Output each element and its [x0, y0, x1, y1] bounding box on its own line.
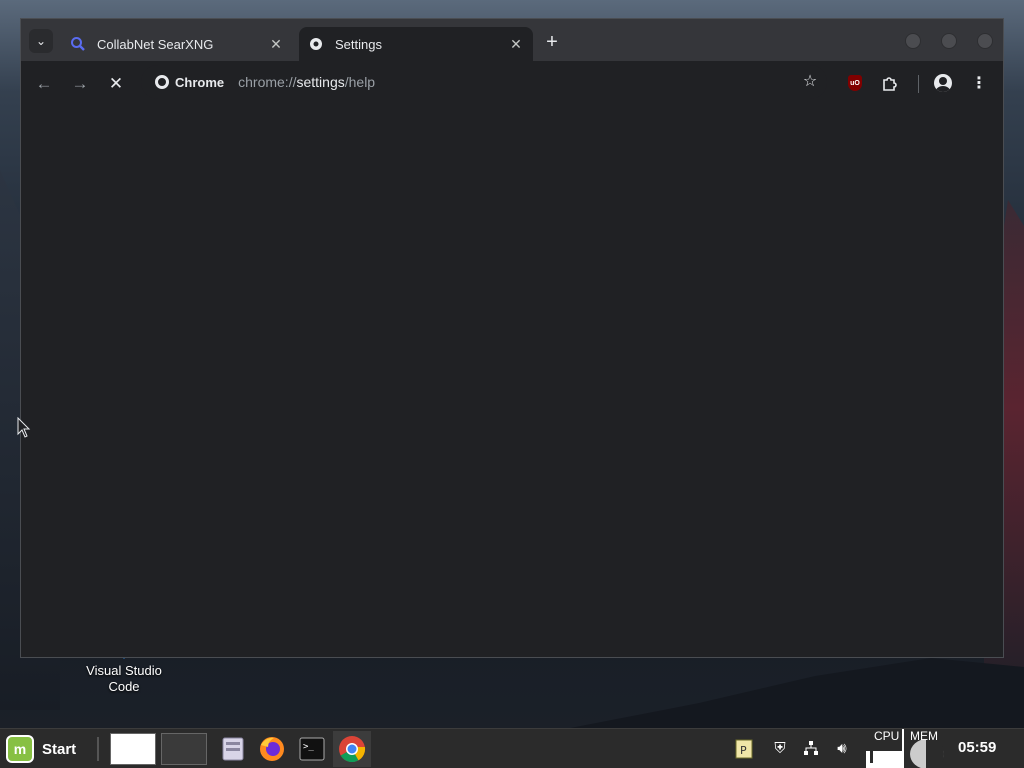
arrow-right-icon: →: [71, 74, 89, 93]
mouse-cursor-icon: [17, 417, 31, 438]
menu-button[interactable]: ⋮: [968, 72, 990, 94]
ublock-extension-button[interactable]: uO: [844, 72, 866, 94]
firefox-icon: [260, 737, 284, 761]
workspace-1[interactable]: [108, 731, 158, 767]
network-icon: [804, 741, 818, 755]
tray-network[interactable]: [800, 737, 822, 759]
close-icon[interactable]: ✕: [505, 33, 527, 55]
workspace-2[interactable]: [160, 731, 208, 767]
cpu-graph: CPU: [866, 729, 904, 768]
start-button[interactable]: m Start: [6, 735, 76, 763]
extensions-button[interactable]: [879, 72, 901, 94]
gear-icon: [307, 35, 325, 53]
start-label: Start: [42, 740, 77, 758]
file-manager-icon: [222, 737, 244, 761]
tray-volume[interactable]: 🔊︎: [831, 737, 853, 759]
chevron-down-icon: ⌄: [35, 34, 47, 48]
puzzle-icon: [883, 77, 897, 91]
new-tab-button[interactable]: +: [541, 32, 563, 54]
tray-shield[interactable]: ⛨: [769, 737, 791, 759]
ublock-icon: uO: [848, 75, 862, 91]
tab-settings[interactable]: Settings ✕: [299, 27, 533, 61]
taskbar-files[interactable]: [216, 731, 250, 767]
maximize-button[interactable]: [941, 33, 957, 49]
tab-searxng[interactable]: CollabNet SearXNG ✕: [61, 27, 293, 61]
url-path: /help: [344, 74, 376, 90]
bookmark-star-icon[interactable]: ☆: [799, 71, 821, 93]
back-button[interactable]: ←: [32, 72, 56, 96]
forward-button[interactable]: →: [68, 72, 92, 96]
chip-label: Chrome: [175, 74, 225, 90]
tab-title: Settings: [335, 36, 382, 52]
terminal-icon: >_: [299, 737, 325, 761]
workspace-thumbnail: [110, 733, 156, 765]
toolbar-divider: [918, 75, 919, 93]
taskbar-terminal[interactable]: >_: [294, 731, 330, 767]
url-host: settings: [296, 74, 345, 90]
browser-window: ⌄ CollabNet SearXNG ✕ Settings ✕ + ← → ✕: [20, 18, 1004, 658]
desktop-icon-label: Visual Studio Code: [86, 663, 162, 694]
taskbar-chrome[interactable]: [333, 731, 371, 767]
cpu-label: CPU: [874, 729, 900, 743]
clock[interactable]: 05:59: [958, 739, 996, 756]
address-bar[interactable]: Chrome chrome://settings/help ☆: [141, 65, 827, 99]
tab-title: CollabNet SearXNG: [97, 36, 214, 52]
kebab-menu-icon: ⋮: [971, 75, 987, 92]
page-content: [21, 105, 1003, 657]
stop-loading-button[interactable]: ✕: [104, 72, 128, 96]
site-info-chip[interactable]: Chrome: [145, 69, 234, 95]
taskbar-divider: [97, 737, 99, 761]
linux-mint-icon: m: [6, 735, 34, 763]
svg-text:>_: >_: [303, 742, 314, 752]
minimize-button[interactable]: [905, 33, 921, 49]
volume-icon: 🔊︎: [837, 739, 847, 757]
workspace-thumbnail: [161, 733, 207, 765]
taskbar: m Start >_ P ⛨ 🔊︎ CPU MEM 05:59: [0, 728, 1024, 768]
clipboard-icon: P: [735, 739, 753, 759]
tray-clipboard[interactable]: P: [733, 737, 755, 759]
taskbar-firefox[interactable]: [254, 731, 290, 767]
arrow-left-icon: ←: [35, 74, 53, 93]
mem-graph: MEM: [906, 729, 946, 768]
search-icon: [69, 35, 87, 53]
tab-search-button[interactable]: ⌄: [29, 29, 53, 53]
close-icon: ✕: [108, 74, 124, 93]
browser-toolbar: ← → ✕ Chrome chrome://settings/help ☆ uO…: [21, 61, 1003, 105]
close-icon[interactable]: ✕: [265, 33, 287, 55]
chrome-logo-icon: [155, 75, 169, 89]
chrome-icon: [339, 736, 366, 763]
svg-text:P: P: [740, 744, 747, 757]
avatar-icon: [934, 74, 952, 92]
url-scheme: chrome://: [238, 74, 297, 90]
profile-button[interactable]: [932, 72, 954, 94]
mem-label: MEM: [910, 729, 938, 743]
shield-icon: ⛨: [774, 739, 786, 757]
window-close-button[interactable]: [977, 33, 993, 49]
tab-strip: ⌄ CollabNet SearXNG ✕ Settings ✕ +: [21, 19, 1003, 61]
url-text[interactable]: chrome://settings/help: [238, 74, 375, 90]
